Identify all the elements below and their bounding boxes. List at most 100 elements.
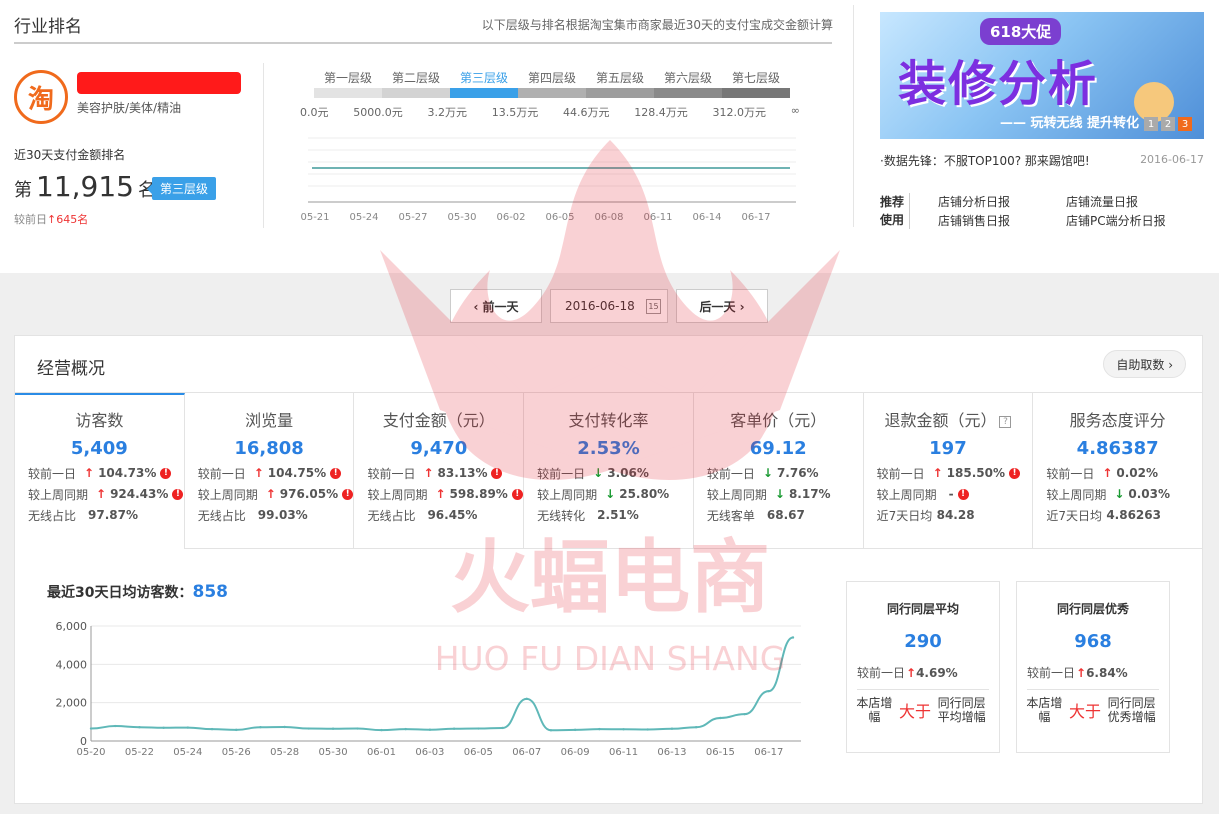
data-point[interactable] [283,725,286,729]
alert-icon[interactable]: ! [957,488,969,500]
data-point[interactable] [235,728,238,732]
kpi-card[interactable]: 支付转化率 2.53% 较前一日 ↓ 3.06% 较上周同期 ↓ 25.80% 无线转化 2.51… [524,393,694,549]
kpi-card[interactable]: 支付金额（元） 9,470 较前一日 ↑ 83.13%! 较上周同期 ↑ 598.89%! 无线… [354,393,525,549]
tier-badge: 第三层级 [146,177,217,200]
tier-item[interactable]: 第五层级 [586,69,654,98]
x-tick-label: 06-08 [594,212,623,223]
promo-banner[interactable]: 618大促 装修分析 —— 玩转无线 提升转化 1 2 3 [880,12,1204,139]
kpi-stat-value: 3.06% [607,466,649,480]
rank-change-label: 较前日 [14,213,47,226]
tier-item[interactable]: 第一层级 [314,69,382,98]
tier-threshold: 3.2万元 [427,106,468,119]
help-icon[interactable]: ? [999,415,1012,428]
data-point[interactable] [210,727,214,731]
tier-item[interactable]: 第七层级 [722,69,790,98]
tier-item[interactable]: 第二层级 [382,69,450,98]
tier-item[interactable]: 第四层级 [518,69,586,98]
data-point[interactable] [114,724,117,728]
tier-item[interactable]: 第六层级 [654,69,722,98]
data-point[interactable] [598,727,601,731]
data-point[interactable] [743,712,746,716]
x-tick-label: 06-03 [415,747,444,758]
data-point[interactable] [428,728,432,731]
data-point[interactable] [356,727,359,730]
tier-item-active[interactable]: 第三层级 [450,69,518,98]
kpi-card[interactable]: 浏览量 16,808 较前一日 ↑ 104.75%! 较上周同期 ↑ 976.05%! 无线占比… [184,393,355,549]
banner-page-dot[interactable]: 1 [1144,117,1158,131]
news-link[interactable]: ·数据先锋：不服TOP100? 那来踢馆吧! [880,152,1090,169]
data-point[interactable] [719,716,722,720]
rank-display: 第 11,915 名 [14,170,156,203]
kpi-card[interactable]: 服务态度评分 4.86387 较前一日 ↑ 0.02% 较上周同期 ↓ 0.03% 近7天日均 4… [1033,393,1203,549]
compare-divider [1027,689,1159,690]
data-point[interactable] [767,689,770,693]
data-point[interactable] [573,728,577,732]
next-day-button[interactable]: 后一天 › [676,289,768,323]
data-point[interactable] [622,728,625,731]
data-point[interactable] [477,727,480,730]
report-link[interactable]: 店铺流量日报 [1066,193,1194,211]
data-point[interactable] [162,726,165,729]
kpi-label: 浏览量 [198,407,354,431]
alert-icon[interactable]: ! [172,488,184,500]
shop-growth-label: 本店增幅 [856,696,893,724]
data-point[interactable] [670,727,674,730]
kpi-stat-row: 较前一日 ↑ 104.73%! [28,466,184,481]
compare-divider [857,689,989,690]
tier-threshold: 44.6万元 [563,106,610,119]
kpi-label-text: 退款金额（元） [884,411,997,430]
data-point[interactable] [307,727,311,730]
banner-page-dot[interactable]: 2 [1161,117,1175,131]
calendar-icon[interactable]: 15 [646,299,661,314]
tier-label: 第七层级 [731,71,780,85]
panel-title: 经营概况 [37,359,105,379]
greater-than-label: 大于 [1068,702,1101,721]
alert-icon[interactable]: ! [160,467,172,479]
data-point[interactable] [549,729,553,732]
kpi-card[interactable]: 退款金额（元）? 197 较前一日 ↑ 185.50%! 较上周同期 -! 近7天日均 84.2… [863,393,1034,549]
kpi-stat-row: 较上周同期 -! [877,487,1033,502]
kpi-stat-row: 较上周同期 ↓ 0.03% [1046,487,1202,502]
data-point[interactable] [404,727,407,731]
auto-fetch-button[interactable]: 自助取数 › [1103,350,1186,378]
data-point[interactable] [694,726,698,729]
arrow-up-icon: ↑ [906,666,917,680]
report-link[interactable]: 店铺PC端分析日报 [1066,212,1194,230]
arrow-up-icon: ↑ [265,487,276,501]
arrow-down-icon: ↓ [605,487,616,501]
kpi-card[interactable]: 客单价（元） 69.12 较前一日 ↓ 7.76% 较上周同期 ↓ 8.17% 无线客单 68.6… [693,393,864,549]
peer-average-card: 同行同层平均 290 较前一日↑4.69% 本店增幅 大于 同行同层平均增幅 [846,581,1000,753]
x-tick-label: 05-27 [398,212,427,223]
data-point[interactable] [501,726,504,730]
news-date: 2016-06-17 [1140,153,1204,166]
prev-day-button[interactable]: ‹ 前一天 [450,289,542,323]
data-point[interactable] [380,728,383,732]
date-picker[interactable]: 2016-06-18 15 [550,289,668,323]
data-point[interactable] [186,726,190,729]
shop-name-redacted [77,72,241,94]
kpi-stat-row: 无线占比 97.87% [28,508,184,523]
tier-bar [654,88,722,98]
alert-icon[interactable]: ! [1009,467,1020,479]
peer-growth-label: 同行同层优秀增幅 [1107,696,1156,724]
alert-icon[interactable]: ! [491,467,503,479]
data-point[interactable] [89,727,93,730]
data-point[interactable] [791,636,795,639]
report-link[interactable]: 店铺销售日报 [938,212,1066,230]
data-point[interactable] [525,697,528,701]
banner-page-dot-active[interactable]: 3 [1178,117,1192,131]
alert-icon[interactable]: ! [342,488,354,500]
data-point[interactable] [452,727,456,730]
arrow-up-icon: ↑ [1102,466,1113,480]
kpi-card[interactable]: 访客数 5,409 较前一日 ↑ 104.73%! 较上周同期 ↑ 924.43%! 无线占比 9… [15,393,185,549]
kpi-stat-row: 无线占比 96.45% [367,508,523,523]
x-tick-label: 06-11 [609,747,638,758]
data-point[interactable] [331,727,335,730]
data-point[interactable] [646,728,649,731]
report-link[interactable]: 店铺分析日报 [938,193,1066,211]
data-point[interactable] [138,726,141,729]
alert-icon[interactable]: ! [511,488,523,500]
alert-icon[interactable]: ! [330,467,342,479]
banner-pager: 1 2 3 [1144,117,1192,131]
data-point[interactable] [259,726,262,729]
